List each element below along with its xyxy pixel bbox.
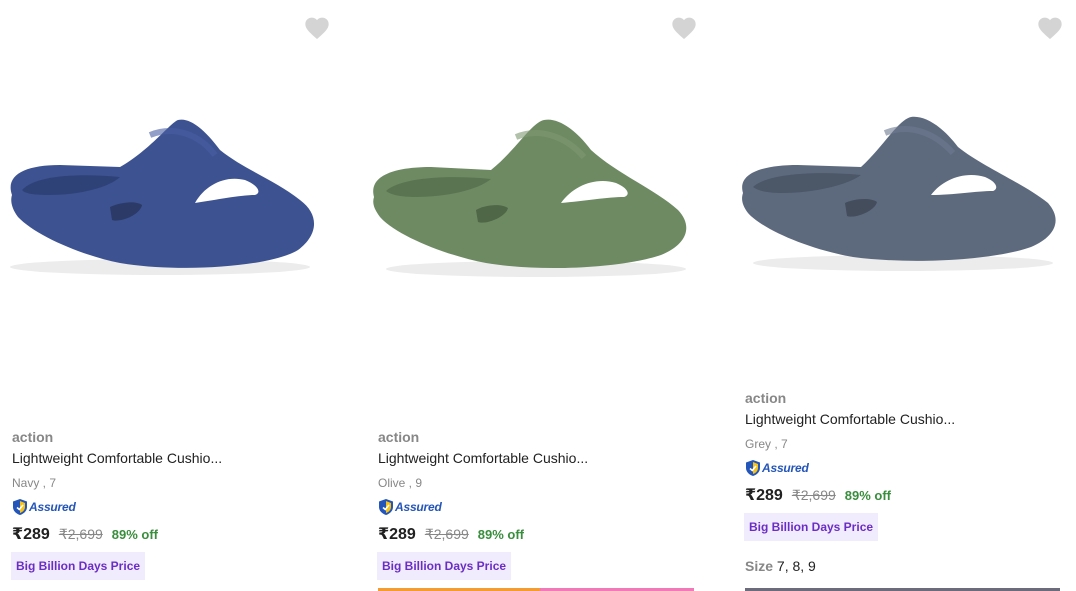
product-image[interactable] xyxy=(733,95,1076,295)
price-row: ₹289 ₹2,699 89% off xyxy=(745,485,891,505)
product-card[interactable]: action Lightweight Comfortable Cushio...… xyxy=(366,0,726,591)
assured-badge: Assured xyxy=(12,498,76,516)
discount-percent: 89% off xyxy=(477,527,525,542)
deal-badge: Big Billion Days Price xyxy=(11,552,146,580)
product-title[interactable]: Lightweight Comfortable Cushio... xyxy=(745,411,955,427)
product-variant: Grey , 7 xyxy=(745,437,788,451)
selling-price: ₹289 xyxy=(745,487,783,504)
size-values: 7, 8, 9 xyxy=(776,558,816,574)
size-label: Size xyxy=(745,558,774,574)
discount-percent: 89% off xyxy=(844,488,892,503)
product-brand: action xyxy=(12,429,54,445)
assured-label: Assured xyxy=(762,461,809,475)
original-price: ₹2,699 xyxy=(791,487,836,503)
product-variant: Olive , 9 xyxy=(378,476,423,490)
product-variant: Navy , 7 xyxy=(12,476,57,490)
assured-label: Assured xyxy=(29,500,76,514)
deal-badge: Big Billion Days Price xyxy=(744,513,879,541)
deal-badge: Big Billion Days Price xyxy=(377,552,512,580)
product-image[interactable] xyxy=(0,95,345,295)
selling-price: ₹289 xyxy=(378,526,416,543)
assured-label: Assured xyxy=(395,500,442,514)
product-card[interactable]: action Lightweight Comfortable Cushio...… xyxy=(733,0,1076,591)
shield-icon xyxy=(379,499,393,515)
assured-badge: Assured xyxy=(378,498,442,516)
shield-icon xyxy=(746,460,760,476)
assured-badge: Assured xyxy=(745,459,809,477)
product-image[interactable] xyxy=(366,95,711,295)
product-brand: action xyxy=(745,390,787,406)
price-row: ₹289 ₹2,699 89% off xyxy=(12,524,158,544)
product-title[interactable]: Lightweight Comfortable Cushio... xyxy=(12,450,222,466)
wishlist-heart-icon[interactable] xyxy=(302,12,332,42)
price-row: ₹289 ₹2,699 89% off xyxy=(378,524,524,544)
original-price: ₹2,699 xyxy=(424,526,469,542)
size-options[interactable]: Size 7, 8, 9 xyxy=(745,558,816,574)
wishlist-heart-icon[interactable] xyxy=(1035,12,1065,42)
product-card[interactable]: action Lightweight Comfortable Cushio...… xyxy=(0,0,360,591)
original-price: ₹2,699 xyxy=(58,526,103,542)
shield-icon xyxy=(13,499,27,515)
selling-price: ₹289 xyxy=(12,526,50,543)
wishlist-heart-icon[interactable] xyxy=(669,12,699,42)
product-title[interactable]: Lightweight Comfortable Cushio... xyxy=(378,450,588,466)
discount-percent: 89% off xyxy=(111,527,159,542)
product-brand: action xyxy=(378,429,420,445)
